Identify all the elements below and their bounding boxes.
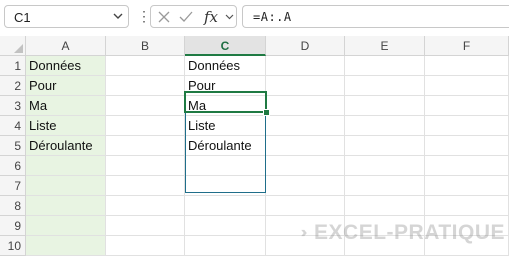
cell-f1[interactable] — [425, 56, 509, 76]
row-header-10[interactable]: 10 — [0, 236, 26, 256]
row-header-4[interactable]: 4 — [0, 116, 26, 136]
name-box-value: C1 — [14, 10, 31, 25]
cell-f2[interactable] — [425, 76, 509, 96]
column-header-c[interactable]: C — [185, 36, 266, 56]
formula-input[interactable]: =A:.A — [242, 5, 509, 28]
cell-b2[interactable] — [106, 76, 185, 96]
cell-b3[interactable] — [106, 96, 185, 116]
row-header-7[interactable]: 7 — [0, 176, 26, 196]
cell-e4[interactable] — [345, 116, 425, 136]
cell-f5[interactable] — [425, 136, 509, 156]
excel-pratique-logo-icon — [301, 229, 307, 237]
cell-e1[interactable] — [345, 56, 425, 76]
more-options-icon[interactable]: ⋮ — [137, 6, 151, 26]
cell-c10[interactable] — [185, 236, 266, 256]
cell-f4[interactable] — [425, 116, 509, 136]
cell-d1[interactable] — [266, 56, 345, 76]
cell-a9[interactable] — [26, 216, 106, 236]
formula-controls: fx — [150, 5, 237, 28]
cell-b5[interactable] — [106, 136, 185, 156]
cell-d4[interactable] — [266, 116, 345, 136]
column-header-a[interactable]: A — [26, 36, 106, 56]
cell-e7[interactable] — [345, 176, 425, 196]
cell-f3[interactable] — [425, 96, 509, 116]
cell-b10[interactable] — [106, 236, 185, 256]
row-header-5[interactable]: 5 — [0, 136, 26, 156]
enter-icon[interactable] — [177, 8, 195, 26]
cell-d8[interactable] — [266, 196, 345, 216]
column-header-b[interactable]: B — [106, 36, 185, 56]
cell-a1[interactable]: Données — [26, 56, 106, 76]
watermark-text: EXCEL-PRATIQUE — [314, 221, 505, 244]
cell-c6[interactable] — [185, 156, 266, 176]
cell-d6[interactable] — [266, 156, 345, 176]
cell-d5[interactable] — [266, 136, 345, 156]
formula-text: =A:.A — [253, 10, 292, 24]
row-header-6[interactable]: 6 — [0, 156, 26, 176]
cell-f8[interactable] — [425, 196, 509, 216]
cell-a2[interactable]: Pour — [26, 76, 106, 96]
row-header-2[interactable]: 2 — [0, 76, 26, 96]
cell-a8[interactable] — [26, 196, 106, 216]
row-header-9[interactable]: 9 — [0, 216, 26, 236]
cell-e5[interactable] — [345, 136, 425, 156]
cell-d2[interactable] — [266, 76, 345, 96]
cell-b8[interactable] — [106, 196, 185, 216]
select-all-corner[interactable] — [0, 36, 26, 56]
cell-b4[interactable] — [106, 116, 185, 136]
cell-b6[interactable] — [106, 156, 185, 176]
row-header-1[interactable]: 1 — [0, 56, 26, 76]
cell-d3[interactable] — [266, 96, 345, 116]
insert-function-icon[interactable]: fx — [201, 8, 221, 26]
cell-e6[interactable] — [345, 156, 425, 176]
cell-c3[interactable]: Ma — [185, 96, 266, 116]
select-all-triangle-icon — [14, 44, 23, 53]
cell-e2[interactable] — [345, 76, 425, 96]
cell-a4[interactable]: Liste — [26, 116, 106, 136]
row-header-3[interactable]: 3 — [0, 96, 26, 116]
cell-f6[interactable] — [425, 156, 509, 176]
name-box[interactable]: C1 — [4, 5, 129, 28]
cell-f7[interactable] — [425, 176, 509, 196]
watermark: EXCEL-PRATIQUE — [300, 218, 505, 248]
cell-c1[interactable]: Données — [185, 56, 266, 76]
cell-a6[interactable] — [26, 156, 106, 176]
cell-e8[interactable] — [345, 196, 425, 216]
cell-c2[interactable]: Pour — [185, 76, 266, 96]
chevron-down-icon[interactable] — [223, 8, 235, 26]
column-header-d[interactable]: D — [266, 36, 345, 56]
cell-c8[interactable] — [185, 196, 266, 216]
cancel-icon[interactable] — [155, 8, 173, 26]
cell-a10[interactable] — [26, 236, 106, 256]
cell-c4[interactable]: Liste — [185, 116, 266, 136]
cell-e3[interactable] — [345, 96, 425, 116]
cell-c9[interactable] — [185, 216, 266, 236]
cell-a5[interactable]: Déroulante — [26, 136, 106, 156]
cell-d7[interactable] — [266, 176, 345, 196]
cell-a7[interactable] — [26, 176, 106, 196]
chevron-down-icon[interactable] — [110, 8, 126, 25]
cell-c7[interactable] — [185, 176, 266, 196]
cell-b7[interactable] — [106, 176, 185, 196]
column-header-f[interactable]: F — [425, 36, 509, 56]
cell-b1[interactable] — [106, 56, 185, 76]
row-header-8[interactable]: 8 — [0, 196, 26, 216]
cell-c5[interactable]: Déroulante — [185, 136, 266, 156]
column-header-e[interactable]: E — [345, 36, 425, 56]
cell-b9[interactable] — [106, 216, 185, 236]
cell-a3[interactable]: Ma — [26, 96, 106, 116]
